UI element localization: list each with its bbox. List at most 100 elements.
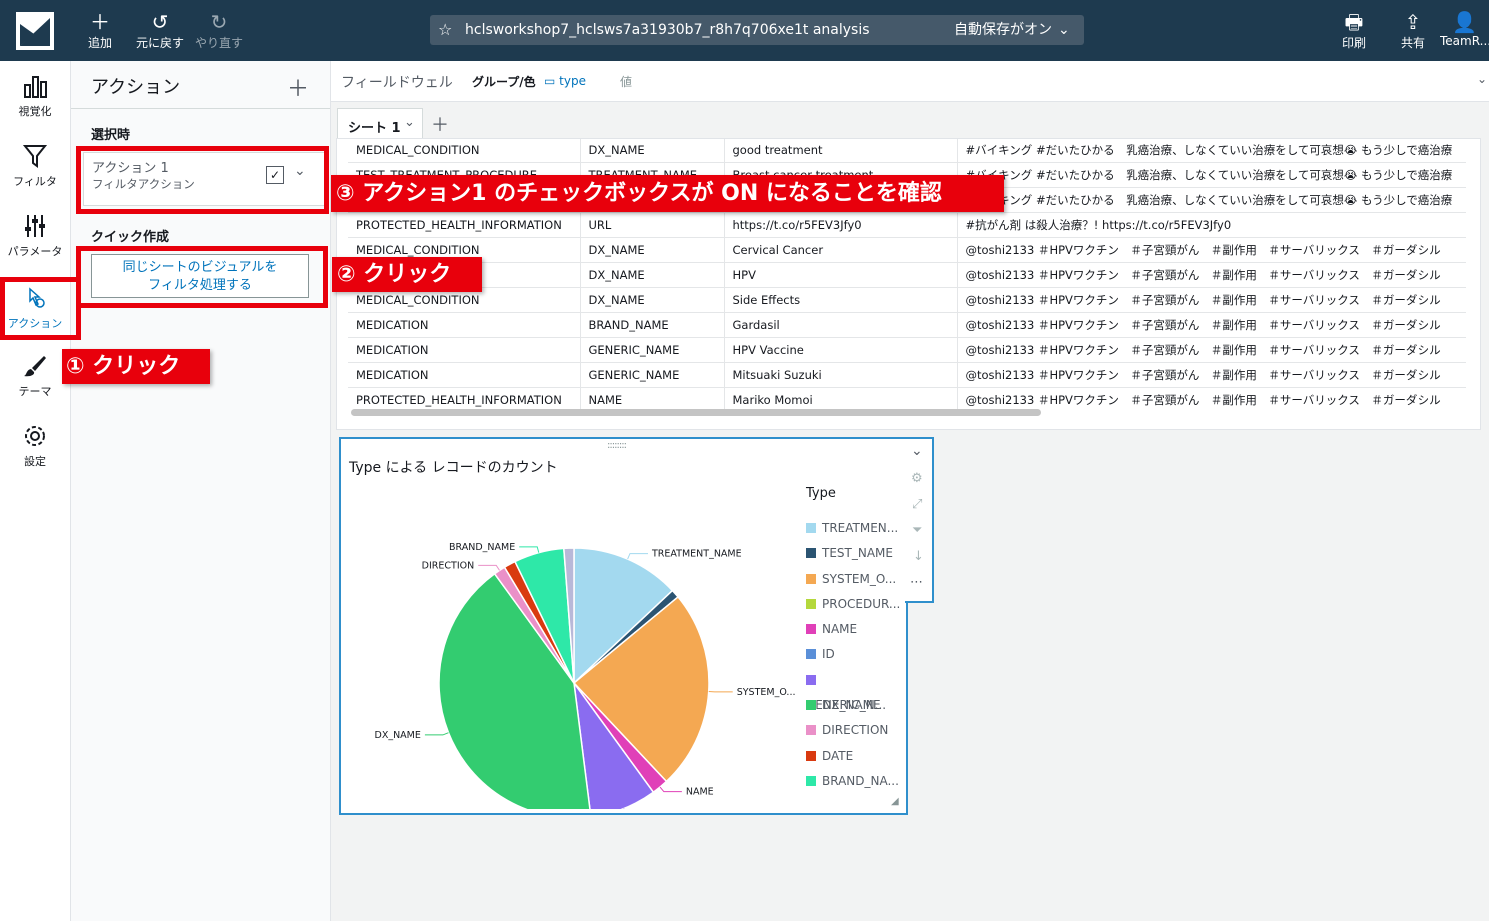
legend-swatch [806, 573, 816, 584]
horizontal-scrollbar[interactable] [351, 409, 1041, 416]
legend-item[interactable]: DATE [806, 744, 901, 769]
resize-handle-icon[interactable]: ◢ [891, 796, 899, 807]
table-row[interactable]: MEDICAL_CONDITION DX_NAME Side Effects @tos… [348, 287, 1466, 313]
add-action-icon[interactable]: ＋ [287, 71, 309, 103]
plus-icon: ＋ [90, 10, 110, 34]
pie-visual[interactable]: :::::::: Type による レコードのカウント TREATMENT_NA… [339, 437, 908, 815]
legend-label: BRAND_NA... [822, 773, 899, 788]
chart-title: Type による レコードのカウント [349, 460, 558, 476]
rail-parameters[interactable]: パラメータ [0, 213, 70, 259]
table-cell: good treatment [724, 139, 958, 163]
brush-icon [0, 353, 70, 383]
legend-label: SYSTEM_O... [822, 571, 897, 586]
table-row[interactable]: PROTECTED_HEALTH_INFORMATION NAME Mariko M… [348, 387, 1466, 411]
collapse-icon[interactable]: ⌄ [911, 443, 923, 459]
table-cell: PROTECTED_HEALTH_INFORMATION [348, 212, 581, 238]
collapse-chevron-icon[interactable]: ⌄ [1477, 72, 1487, 86]
legend-swatch [806, 750, 816, 761]
autosave-toggle[interactable]: 自動保存がオン [954, 15, 1052, 45]
legend-item[interactable]: ID [806, 642, 901, 667]
user-menu[interactable]: 👤 TeamR... [1440, 10, 1489, 48]
table-cell: @toshi2133 ＃HPVワクチン ＃子宮頸がん ＃副作用 ＃サーバリックス… [957, 262, 1466, 288]
drag-handle-icon[interactable]: :::::::: [607, 440, 627, 451]
legend-item[interactable]: SYSTEM_O... [806, 567, 901, 592]
gear-icon [0, 423, 70, 453]
legend-item[interactable]: PROCEDUR... [806, 592, 901, 617]
legend-label: DX_NAME [822, 698, 881, 713]
table-cell: DX_NAME [580, 139, 725, 163]
annotation-step2: ② クリック [332, 257, 482, 292]
rail-visualize[interactable]: 視覚化 [0, 73, 70, 119]
legend-item[interactable]: NAME [806, 617, 901, 642]
on-select-heading: 選択時 [91, 128, 131, 143]
leader-line [424, 732, 449, 736]
highlight-action-card [76, 146, 329, 214]
slice-label: TREATMENT_NAME [651, 549, 742, 560]
print-button[interactable]: 🖶 印刷 [1326, 10, 1382, 51]
legend-swatch [806, 548, 816, 559]
tab-sheet-1[interactable]: シート 1 ⌄ [337, 108, 423, 139]
star-icon[interactable]: ☆ [438, 15, 452, 45]
field-type-pill[interactable]: ▭ type [544, 74, 586, 88]
filter-icon [0, 143, 70, 173]
table-row[interactable]: DX_NAME HPV @toshi2133 ＃HPVワクチン ＃子宮頸がん ＃副作… [348, 262, 1466, 288]
legend-item[interactable]: TEST_NAME [806, 541, 901, 566]
chevron-down-icon[interactable]: ⌄ [404, 115, 415, 130]
legend-swatch [806, 674, 816, 685]
rail-settings[interactable]: 設定 [0, 423, 70, 469]
legend-item[interactable]: DX_NAME [806, 693, 901, 718]
share-icon: ⇪ [1404, 10, 1422, 34]
slice-label: NAME [686, 787, 714, 798]
legend-swatch [806, 725, 816, 736]
add-button[interactable]: ＋追加 [72, 10, 128, 51]
table-cell: DX_NAME [580, 262, 725, 288]
panel-title: アクション [91, 77, 181, 98]
legend-swatch [806, 598, 816, 609]
quicksight-logo[interactable] [16, 12, 54, 50]
rail-theme[interactable]: テーマ [0, 353, 70, 399]
legend-swatch [806, 523, 816, 533]
redo-button[interactable]: ↻ やり直す [191, 10, 247, 51]
table-cell: @toshi2133 ＃HPVワクチン ＃子宮頸がん ＃副作用 ＃サーバリックス… [957, 312, 1466, 338]
analysis-title-box[interactable]: ☆ hclsworkshop7_hclsws7a31930b7_r8h7q706… [430, 15, 1084, 45]
add-sheet-icon[interactable]: ＋ [431, 111, 449, 137]
slice-label: BRAND_NAME [449, 542, 515, 553]
table-cell: Cervical Cancer [724, 237, 958, 263]
analysis-title: hclsworkshop7_hclsws7a31930b7_r8h7q706xe… [465, 22, 870, 38]
pie-chart[interactable]: TREATMENT_NAMESYSTEM_O...NAMEGENERIC_NAM… [341, 479, 801, 809]
table-row[interactable]: MEDICATION GENERIC_NAME HPV Vaccine @toshi2… [348, 337, 1466, 363]
legend-item[interactable]: TREATMEN... [806, 516, 901, 541]
legend-label: PROCEDUR... [822, 596, 901, 611]
dimension-icon: ▭ [544, 74, 560, 88]
table-row[interactable]: PROTECTED_HEALTH_INFORMATION URL https://t… [348, 212, 1466, 238]
legend-swatch [806, 624, 816, 635]
table-cell: @toshi2133 ＃HPVワクチン ＃子宮頸がん ＃副作用 ＃サーバリックス… [957, 287, 1466, 313]
download-icon[interactable]: ↓ [913, 549, 924, 564]
table-row[interactable]: MEDICATION GENERIC_NAME Mitsuaki Suzuki @to… [348, 362, 1466, 388]
rail-filter[interactable]: フィルタ [0, 143, 70, 189]
chevron-down-icon[interactable]: ⌄ [1058, 15, 1070, 45]
share-button[interactable]: ⇪ 共有 [1385, 10, 1441, 51]
legend-swatch [806, 649, 816, 660]
table-cell: HPV Vaccine [724, 337, 958, 363]
more-icon[interactable]: ⋯ [910, 575, 923, 590]
filter-icon[interactable]: ⏷ [912, 523, 922, 538]
group-color-label: グループ/色 [472, 75, 536, 89]
legend-item[interactable]: BRAND_NA... [806, 769, 901, 794]
gear-icon[interactable]: ⚙ [911, 471, 923, 486]
table-cell: #抗がん剤 は殺人治療？! https://t.co/r5FEV3Jfy0 [957, 212, 1466, 238]
redo-icon: ↻ [210, 10, 228, 34]
table-cell: DX_NAME [580, 287, 725, 313]
undo-button[interactable]: ↺ 元に戻す [132, 10, 188, 51]
table-row[interactable]: MEDICAL_CONDITION DX_NAME good treatment #バ… [348, 139, 1466, 163]
expand-icon[interactable]: ⤢ [912, 497, 922, 512]
table-row[interactable]: MEDICATION BRAND_NAME Gardasil @toshi2133 ＃… [348, 312, 1466, 338]
legend-item[interactable]: DIRECTION [806, 718, 901, 743]
legend-label: DIRECTION [822, 723, 889, 738]
table-row[interactable]: MEDICAL_CONDITION DX_NAME Cervical Cancer @… [348, 237, 1466, 263]
legend-item[interactable]: GENERIC_N... [806, 668, 901, 712]
table-cell: PROTECTED_HEALTH_INFORMATION [348, 387, 581, 411]
undo-icon: ↺ [151, 10, 169, 34]
legend-label: TEST_NAME [822, 546, 893, 561]
highlight-actions-rail [0, 277, 81, 340]
